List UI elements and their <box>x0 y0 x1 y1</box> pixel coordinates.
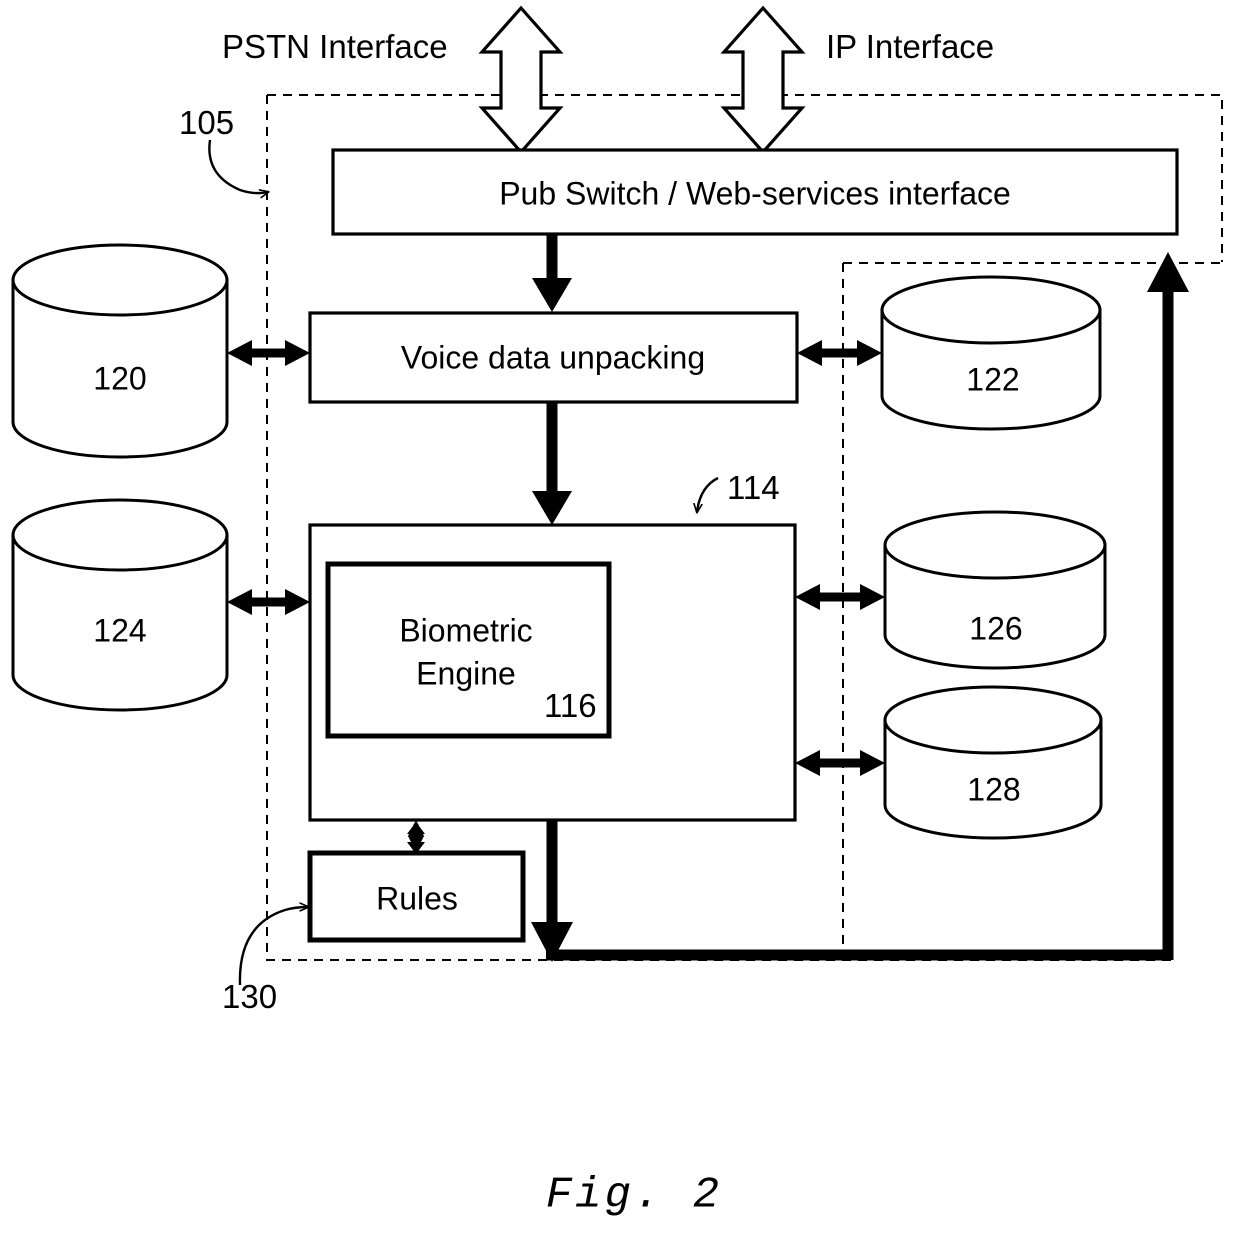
link-124-engine <box>227 589 310 615</box>
link-engine-126 <box>795 584 885 610</box>
database-label-120: 120 <box>93 360 147 397</box>
reference-numeral-105: 105 <box>179 104 235 141</box>
voice-unpacking-label: Voice data unpacking <box>400 339 706 376</box>
database-label-122: 122 <box>966 361 1020 398</box>
reference-numeral-130: 130 <box>222 978 278 1015</box>
ip-interface-arrow <box>720 5 806 155</box>
database-cylinder-124 <box>11 498 229 712</box>
biometric-engine-label-line2: Engine <box>416 655 516 692</box>
database-label-126: 126 <box>969 610 1023 647</box>
leader-130 <box>238 907 308 986</box>
database-cylinder-122 <box>880 275 1102 431</box>
link-engine-128 <box>795 750 885 776</box>
leader-105 <box>208 139 268 193</box>
rules-label: Rules <box>376 880 458 917</box>
reference-numeral-116: 116 <box>544 687 597 724</box>
database-label-128: 128 <box>967 771 1021 808</box>
leader-114 <box>697 476 719 512</box>
flow-voice-to-engine <box>532 402 572 525</box>
reference-numeral-114: 114 <box>727 469 780 506</box>
database-cylinder-120 <box>11 243 229 459</box>
pub-switch-label: Pub Switch / Web-services interface <box>499 175 1011 212</box>
pstn-interface-arrow <box>478 5 564 155</box>
link-120-voice <box>227 340 310 366</box>
flow-pubswitch-to-voice <box>532 234 572 312</box>
pstn-interface-label: PSTN Interface <box>222 28 448 65</box>
link-engine-rules <box>407 820 425 854</box>
database-cylinder-128 <box>883 685 1103 840</box>
ip-interface-label: IP Interface <box>826 28 995 65</box>
figure-2-diagram: PSTN Interface IP Interface 105 Pub Swit… <box>0 0 1240 1235</box>
database-label-124: 124 <box>93 612 147 649</box>
biometric-engine-label-line1: Biometric <box>399 612 533 649</box>
figure-caption: Fig. 2 <box>545 1170 723 1221</box>
link-voice-122 <box>797 340 882 366</box>
